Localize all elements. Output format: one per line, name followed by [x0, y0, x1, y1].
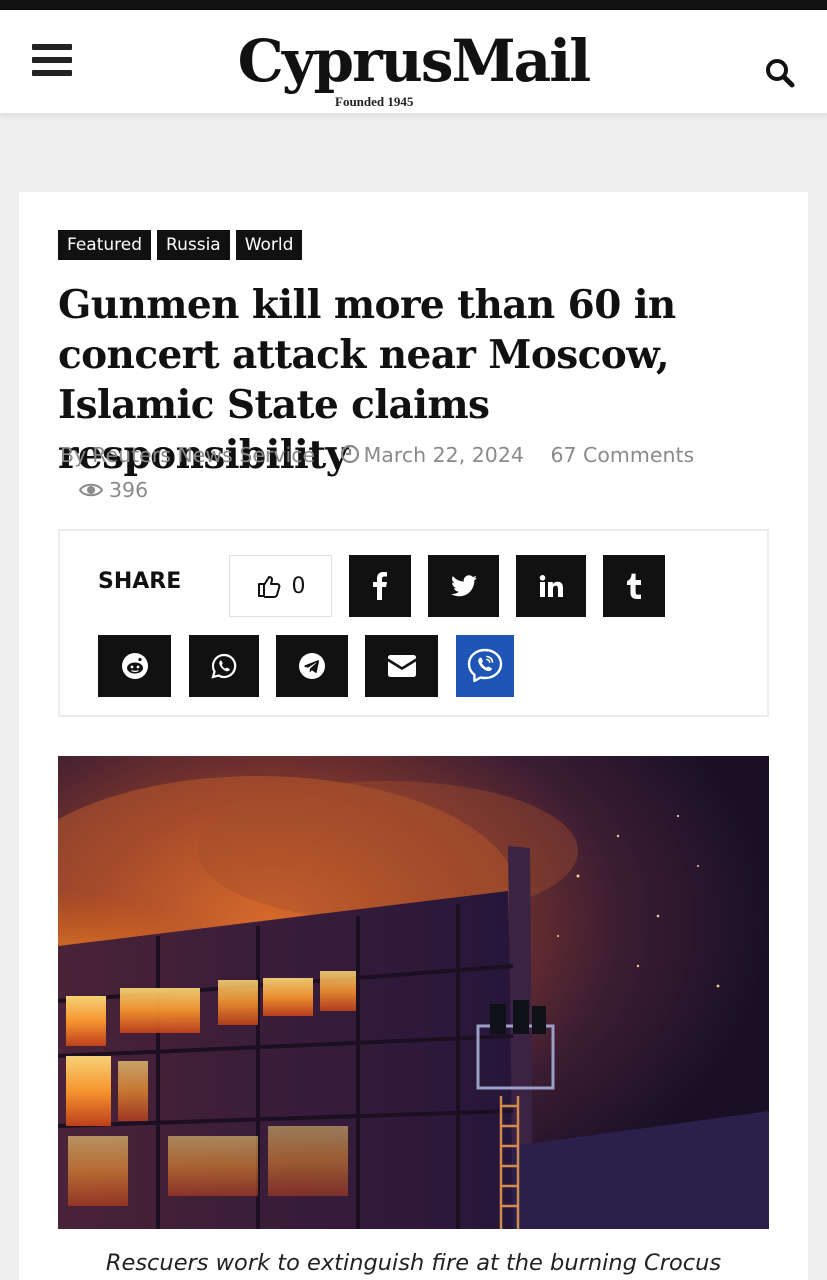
tag-featured[interactable]: Featured [58, 230, 152, 260]
reddit-share-button[interactable] [98, 635, 171, 697]
tumblr-share-button[interactable] [603, 555, 665, 617]
telegram-share-button[interactable] [276, 635, 348, 697]
share-box: SHARE 0 [58, 529, 769, 717]
byline: By Reuters News Service [60, 443, 315, 467]
photo-caption: Rescuers work to extinguish fire at the … [105, 1250, 722, 1276]
tumblr-icon [627, 573, 641, 599]
email-share-button[interactable] [365, 635, 438, 697]
tag-world[interactable]: World [235, 230, 303, 260]
viber-icon [467, 648, 503, 683]
telegram-icon [299, 653, 325, 679]
top-black-bar [0, 0, 827, 10]
clock-icon [340, 444, 359, 464]
logo-tagline: Founded 1945 [335, 94, 414, 109]
comments-link[interactable]: 67 Comments [550, 443, 694, 467]
logo-text: CyprusMail [237, 27, 592, 95]
view-count-text: 396 [109, 478, 149, 502]
view-count: 396 [79, 478, 148, 502]
article-photo[interactable] [58, 756, 769, 1229]
share-label: SHARE [98, 569, 182, 594]
article-meta: By Reuters News Service March 22, 2024 67… [60, 443, 712, 467]
site-header: CyprusMail Founded 1945 [0, 10, 827, 114]
facebook-share-button[interactable] [349, 555, 411, 617]
linkedin-share-button[interactable] [516, 555, 586, 617]
eye-icon [79, 483, 103, 497]
reddit-icon [121, 653, 148, 679]
viber-share-button[interactable] [456, 635, 514, 697]
whatsapp-icon [211, 653, 237, 679]
twitter-icon [450, 575, 477, 597]
burning-building-image [58, 756, 769, 1229]
thumbs-up-icon [257, 576, 280, 598]
tag-russia[interactable]: Russia [157, 230, 230, 260]
site-logo[interactable]: CyprusMail [0, 28, 827, 94]
publish-date: March 22, 2024 [340, 443, 524, 467]
whatsapp-share-button[interactable] [189, 635, 259, 697]
article-card: Featured Russia World Gunmen kill more t… [19, 192, 808, 1280]
linkedin-icon [539, 575, 563, 597]
category-tags: Featured Russia World [58, 230, 303, 260]
twitter-share-button[interactable] [428, 555, 499, 617]
byline-prefix: By [60, 443, 87, 467]
publish-date-text: March 22, 2024 [363, 443, 524, 467]
like-count: 0 [291, 573, 306, 599]
author-link[interactable]: Reuters News Service [92, 443, 315, 467]
envelope-icon [387, 655, 416, 677]
search-icon[interactable] [764, 57, 796, 89]
facebook-icon [373, 572, 387, 600]
like-button[interactable]: 0 [229, 555, 332, 617]
